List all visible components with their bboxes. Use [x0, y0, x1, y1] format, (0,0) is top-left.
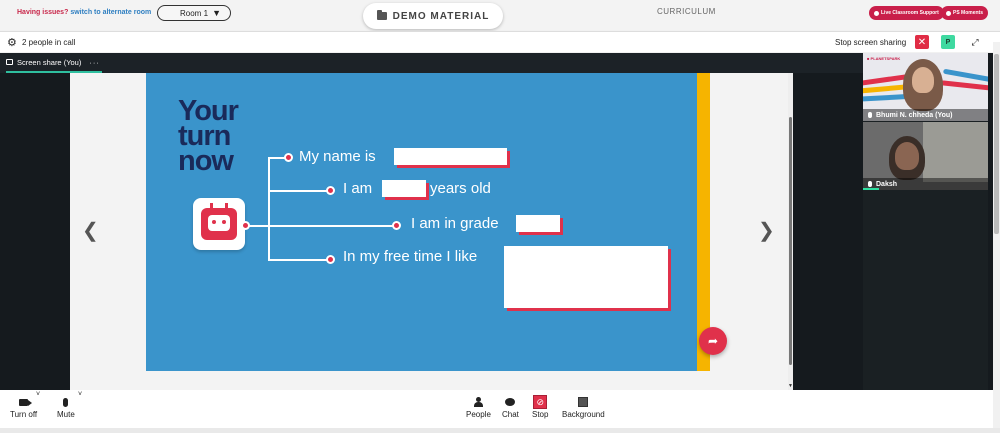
caret-down-icon: ▼ [212, 8, 221, 18]
background-icon [578, 397, 589, 407]
scrollbar-thumb[interactable] [789, 117, 792, 365]
monitor-icon [6, 59, 13, 65]
demo-material-label: DEMO MATERIAL [392, 10, 490, 22]
turn-off-label: Turn off [10, 410, 38, 419]
stop-button[interactable]: ⊘ Stop [532, 394, 548, 419]
stop-icon: ⊘ [533, 395, 548, 409]
mic-icon [868, 181, 872, 187]
alternate-room-link[interactable]: switch to alternate room [70, 9, 151, 16]
slide-title: Your turn now [178, 97, 239, 177]
top-bar: Having issues? switch to alternate room … [0, 0, 1000, 30]
connector-line [268, 225, 396, 227]
prompt-age: I am [343, 180, 373, 197]
decor-wave [940, 80, 988, 91]
live-support-label: Live Classroom Support [881, 10, 939, 16]
chat-icon [505, 398, 516, 406]
answer-box-grade [516, 215, 560, 232]
robot-icon [193, 198, 245, 250]
mic-icon [63, 397, 69, 407]
participant-name: Bhumi N. chheda (You) [876, 111, 953, 119]
moments-icon [946, 10, 951, 16]
tab-screen-share[interactable]: Screen share (You) ··· [6, 53, 102, 73]
participant-tile[interactable]: ■ PLANETSPARK Bhumi N. chheda (You) [863, 53, 988, 121]
connector-line [268, 157, 270, 260]
curriculum-link[interactable]: CURRICULUM [657, 7, 716, 16]
support-icon [874, 10, 879, 16]
background-button[interactable]: Background [562, 394, 605, 419]
next-slide-icon[interactable]: ❯ [758, 218, 775, 243]
participant-tile[interactable]: Daksh [863, 122, 988, 190]
share-icon[interactable]: ➦ [699, 327, 727, 355]
prompt-free-time: In my free time I like [343, 248, 478, 265]
prompt-age-suffix: years old [430, 180, 491, 197]
mute-label: Mute [57, 410, 75, 419]
share-tab-bar: Screen share (You) ··· [0, 53, 863, 73]
stop-label: Stop [532, 410, 549, 419]
connector-line [268, 190, 330, 192]
slide-title-line: now [178, 145, 234, 177]
background-label: Background [562, 410, 605, 419]
room-select[interactable]: Room 1 ▼ [157, 5, 231, 21]
answer-box-name [394, 148, 507, 165]
bottom-strip [0, 428, 1000, 433]
page-scrollbar[interactable] [993, 42, 1000, 390]
viewer-scrollbar[interactable]: ▼ [788, 73, 793, 390]
chevron-down-icon[interactable]: ˅ [36, 391, 40, 398]
slide-edge [697, 73, 710, 371]
scrollbar-thumb[interactable] [994, 54, 999, 234]
connector-line [268, 259, 330, 261]
chat-button[interactable]: Chat [502, 394, 519, 419]
prompt-grade: I am in grade [411, 215, 499, 232]
chat-label: Chat [502, 410, 519, 419]
p-badge[interactable]: P [941, 35, 955, 49]
demo-material-button[interactable]: DEMO MATERIAL [363, 3, 503, 29]
shared-screen-viewer: ❮ Your turn now My name is I am years ol… [70, 73, 793, 390]
connector-node [392, 221, 401, 230]
people-button[interactable]: People [466, 394, 491, 419]
connector-node [241, 221, 250, 230]
folder-icon [376, 10, 387, 20]
people-label: People [466, 410, 491, 419]
participant-face [895, 142, 919, 170]
brand-logo: ■ PLANETSPARK [867, 56, 901, 61]
participant-name: Daksh [876, 180, 898, 188]
participant-panel: ■ PLANETSPARK Bhumi N. chheda (You) Daks… [863, 53, 988, 390]
connector-node [326, 186, 335, 195]
connector-node [326, 255, 335, 264]
issue-notice: Having issues? switch to alternate room [17, 9, 151, 16]
prompt-name: My name is [299, 148, 376, 165]
background-wall [923, 122, 988, 182]
camera-icon [19, 398, 33, 406]
live-support-button[interactable]: Live Classroom Support [869, 6, 944, 20]
expand-icon[interactable]: ⤢ [968, 35, 982, 49]
participant-face [912, 67, 934, 93]
scroll-down-icon[interactable]: ▼ [788, 383, 793, 389]
answer-box-age [382, 180, 426, 197]
call-header: ⚙ 2 people in call Stop screen sharing ✕… [0, 31, 1000, 52]
slide: Your turn now My name is I am years old … [146, 73, 710, 371]
stop-sharing-label[interactable]: Stop screen sharing [835, 38, 906, 47]
chevron-down-icon[interactable]: ˅ [78, 391, 82, 398]
call-stage: Screen share (You) ··· ❮ Your turn now M… [0, 53, 993, 390]
participant-namebar: Daksh [863, 178, 988, 190]
answer-box-free-time [504, 246, 668, 308]
mute-button[interactable]: Mute [57, 394, 75, 419]
mic-icon [868, 112, 872, 118]
audio-level [863, 188, 879, 190]
tab-label: Screen share (You) [17, 57, 82, 67]
people-count: 2 people in call [22, 38, 76, 47]
turn-off-camera-button[interactable]: Turn off [10, 394, 37, 419]
close-icon[interactable]: ✕ [915, 35, 929, 49]
connector-node [284, 153, 293, 162]
gear-icon[interactable]: ⚙ [7, 36, 17, 49]
issue-text: Having issues? [17, 9, 69, 16]
people-icon [473, 397, 483, 407]
call-toolbar: Turn off ˅ Mute ˅ People Chat ⊘ Stop Bac… [0, 390, 993, 428]
ps-moments-label: PS Moments [953, 10, 984, 16]
participant-namebar: Bhumi N. chheda (You) [863, 109, 988, 121]
previous-slide-icon[interactable]: ❮ [82, 218, 99, 243]
ps-moments-button[interactable]: PS Moments [941, 6, 989, 20]
room-select-value: Room 1 [180, 8, 209, 18]
more-options-icon[interactable]: ··· [89, 58, 100, 67]
